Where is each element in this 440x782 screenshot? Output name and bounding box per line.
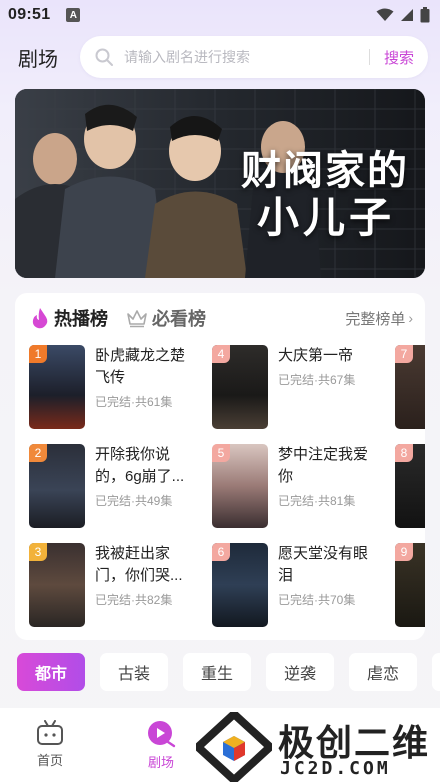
rank-info: 愿天堂没有眼泪 已完结·共70集: [278, 543, 378, 627]
rank-item[interactable]: 7: [395, 345, 425, 429]
notification-a-icon: A: [66, 8, 81, 22]
nav-home[interactable]: 首页: [36, 720, 64, 769]
drama-title: 梦中注定我爱你: [278, 446, 369, 485]
rank-badge: 6: [212, 543, 230, 561]
theater-play-icon: [148, 721, 176, 748]
chevron-right-icon: ›: [408, 310, 413, 326]
category-tab[interactable]: 重生: [183, 653, 251, 691]
tv-icon: [37, 720, 63, 745]
drama-title: 卧虎藏龙之楚飞传: [95, 347, 186, 386]
rank-badge: 8: [395, 444, 413, 462]
tab-must-watch-label: 必看榜: [152, 309, 206, 329]
search-input[interactable]: [124, 49, 363, 65]
rank-item[interactable]: 8: [395, 444, 425, 528]
full-list-label: 完整榜单: [345, 310, 406, 328]
category-tab-partial[interactable]: [432, 653, 440, 691]
drama-cover: 5: [212, 444, 268, 528]
drama-meta: 已完结·共81集: [278, 494, 356, 508]
signal-icon: [401, 9, 413, 21]
drama-cover: 4: [212, 345, 268, 429]
category-tab[interactable]: 逆袭: [266, 653, 334, 691]
drama-cover: 6: [212, 543, 268, 627]
flame-icon: [32, 308, 48, 329]
watermark-url: JC2D.COM: [280, 758, 391, 779]
drama-cover: 8: [395, 444, 425, 528]
ranking-card: 热播榜 必看榜 完整榜单 › 1 卧虎藏龙之楚飞传 已完结·共61集 2 开除我…: [15, 293, 425, 640]
drama-title: 大庆第一帝: [278, 347, 354, 364]
full-list-link[interactable]: 完整榜单 ›: [345, 308, 413, 329]
rank-item[interactable]: 5 梦中注定我爱你 已完结·共81集: [212, 444, 392, 528]
rank-badge: 5: [212, 444, 230, 462]
category-tab[interactable]: 虐恋: [349, 653, 417, 691]
drama-meta: 已完结·共61集: [95, 395, 173, 409]
drama-meta: 已完结·共49集: [95, 494, 173, 508]
rank-badge: 1: [29, 345, 47, 363]
nav-home-label: 首页: [36, 753, 63, 768]
drama-cover: 7: [395, 345, 425, 429]
drama-cover: 3: [29, 543, 85, 627]
category-tabs: 都市 古装 重生 逆袭 虐恋: [17, 653, 440, 693]
drama-title: 我被赶出家门，你们哭...: [95, 545, 183, 584]
rank-info: 大庆第一帝 已完结·共67集: [278, 345, 378, 429]
tab-must-watch[interactable]: 必看榜: [126, 305, 206, 331]
drama-meta: 已完结·共70集: [278, 593, 356, 607]
banner-title: 财阀家的 小儿子: [241, 151, 409, 239]
rank-badge: 9: [395, 543, 413, 561]
watermark: 极创二维 JC2D.COM: [192, 708, 440, 782]
status-time: 09:51: [8, 6, 51, 23]
drama-cover: 9: [395, 543, 425, 627]
rank-item[interactable]: 3 我被赶出家门，你们哭... 已完结·共82集: [29, 543, 209, 627]
rank-info: 我被赶出家门，你们哭... 已完结·共82集: [95, 543, 195, 627]
tab-hot-label: 热播榜: [54, 309, 108, 329]
rank-item[interactable]: 1 卧虎藏龙之楚飞传 已完结·共61集: [29, 345, 209, 429]
search-button[interactable]: 搜索: [384, 47, 414, 68]
nav-theater-label: 剧场: [147, 755, 174, 770]
rank-badge: 2: [29, 444, 47, 462]
drama-title: 愿天堂没有眼泪: [278, 545, 369, 584]
search-box[interactable]: 搜索: [80, 36, 428, 78]
rank-item[interactable]: 4 大庆第一帝 已完结·共67集: [212, 345, 392, 429]
ranking-tabs: 热播榜 必看榜 完整榜单 ›: [15, 293, 425, 343]
rank-info: 开除我你说的，6g崩了... 已完结·共49集: [95, 444, 195, 528]
featured-banner[interactable]: 财阀家的 小儿子: [15, 89, 425, 278]
ranking-grid: 1 卧虎藏龙之楚飞传 已完结·共61集 2 开除我你说的，6g崩了... 已完结…: [15, 343, 425, 640]
rank-item[interactable]: 9: [395, 543, 425, 627]
search-icon: [95, 48, 113, 66]
rank-badge: 7: [395, 345, 413, 363]
status-icons: [376, 7, 430, 23]
rank-item[interactable]: 2 开除我你说的，6g崩了... 已完结·共49集: [29, 444, 209, 528]
crown-icon: [127, 310, 147, 328]
category-tab[interactable]: 都市: [17, 653, 85, 691]
header: 剧场 搜索: [0, 34, 440, 80]
tab-hot[interactable]: 热播榜: [30, 305, 108, 331]
nav-theater[interactable]: 剧场: [146, 720, 176, 771]
category-tab[interactable]: 古装: [100, 653, 168, 691]
drama-meta: 已完结·共67集: [278, 373, 356, 387]
rank-badge: 3: [29, 543, 47, 561]
drama-cover: 1: [29, 345, 85, 429]
drama-cover: 2: [29, 444, 85, 528]
rank-info: 梦中注定我爱你 已完结·共81集: [278, 444, 378, 528]
battery-icon: [420, 7, 430, 23]
search-divider: [368, 49, 370, 65]
banner-title-line1: 财阀家的: [241, 147, 409, 194]
banner-title-line2: 小儿子: [256, 193, 395, 242]
rank-info: 卧虎藏龙之楚飞传 已完结·共61集: [95, 345, 195, 429]
status-bar: 09:51 A: [0, 0, 440, 30]
drama-title: 开除我你说的，6g崩了...: [95, 446, 185, 485]
watermark-logo-icon: [192, 708, 276, 782]
rank-item[interactable]: 6 愿天堂没有眼泪 已完结·共70集: [212, 543, 392, 627]
drama-meta: 已完结·共82集: [95, 593, 173, 607]
wifi-icon: [376, 8, 394, 21]
page-title: 剧场: [18, 48, 58, 71]
rank-badge: 4: [212, 345, 230, 363]
